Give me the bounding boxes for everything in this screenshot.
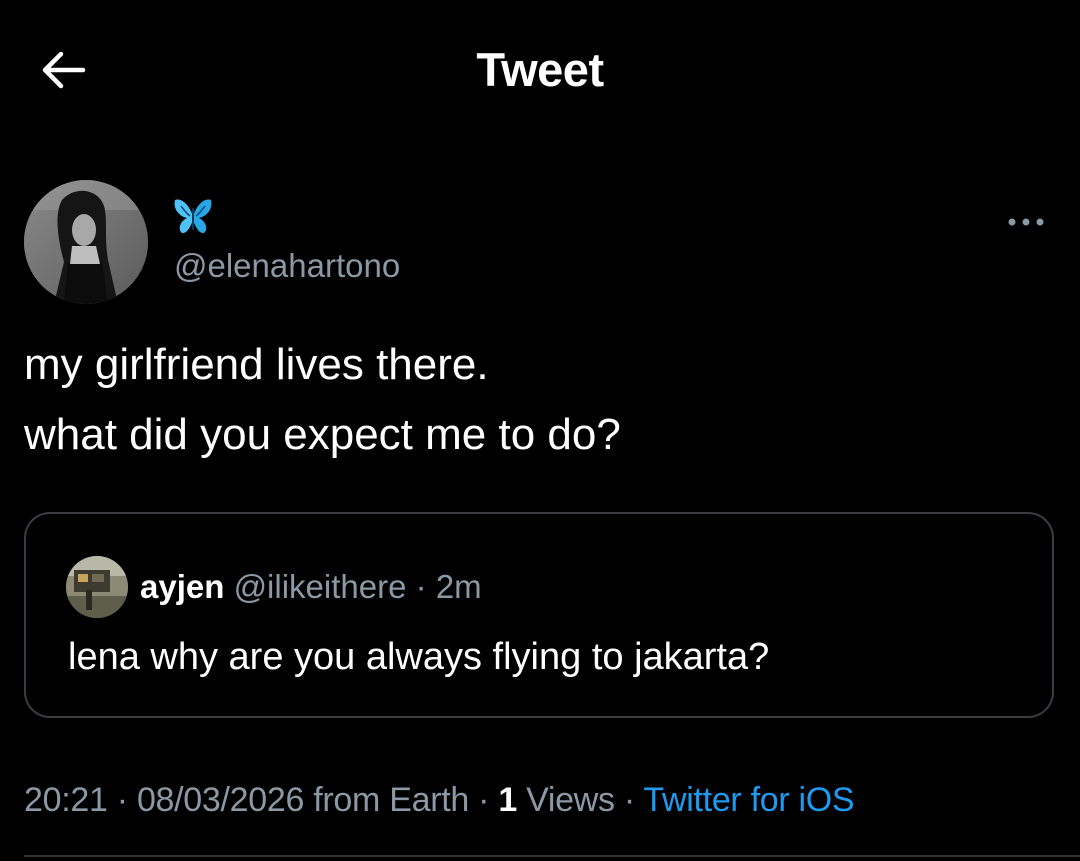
display-name[interactable] [172, 196, 214, 236]
views-label[interactable]: Views [526, 781, 615, 819]
tweet-location: from Earth [313, 781, 469, 819]
avatar[interactable] [24, 180, 148, 304]
quote-text: lena why are you always flying to jakart… [68, 636, 770, 678]
separator-dot: · [415, 568, 427, 605]
top-bar: Tweet [0, 0, 1080, 140]
butterfly-emoji [174, 199, 212, 234]
tweet-time: 20:21 [24, 781, 108, 819]
tweet-meta: 20:21 · 08/03/2026 from Earth · 1 Views … [24, 774, 855, 826]
quote-timestamp: 2m [435, 568, 482, 605]
more-horizontal-icon [1008, 218, 1044, 226]
quoted-tweet[interactable]: ayjen @ilikeithere · 2m lena why are you… [24, 512, 1054, 718]
avatar-photo [24, 180, 148, 304]
quote-avatar-photo [66, 556, 128, 618]
quote-handle[interactable]: @ilikeithere [234, 568, 407, 605]
tweet-date: 08/03/2026 [136, 781, 305, 819]
separator-dot: · [478, 781, 490, 819]
author-handle[interactable]: @elenahartono [174, 246, 400, 286]
tweet-author: @elenahartono [24, 180, 1054, 310]
tweet-text-line: what did you expect me to do? [24, 410, 621, 459]
quote-display-name[interactable]: ayjen [140, 568, 224, 605]
tweet-text: my girlfriend lives there. what did you … [24, 330, 1054, 470]
page-title: Tweet [476, 43, 604, 96]
divider [24, 855, 1080, 857]
separator-dot: · [623, 781, 635, 819]
views-count[interactable]: 1 [498, 781, 517, 819]
quote-avatar [66, 556, 128, 618]
more-button[interactable] [998, 204, 1054, 240]
quote-header: ayjen @ilikeithere · 2m [140, 564, 482, 610]
source-link[interactable]: Twitter for iOS [643, 781, 854, 819]
tweet-text-line: my girlfriend lives there. [24, 340, 489, 389]
separator-dot: · [116, 781, 128, 819]
